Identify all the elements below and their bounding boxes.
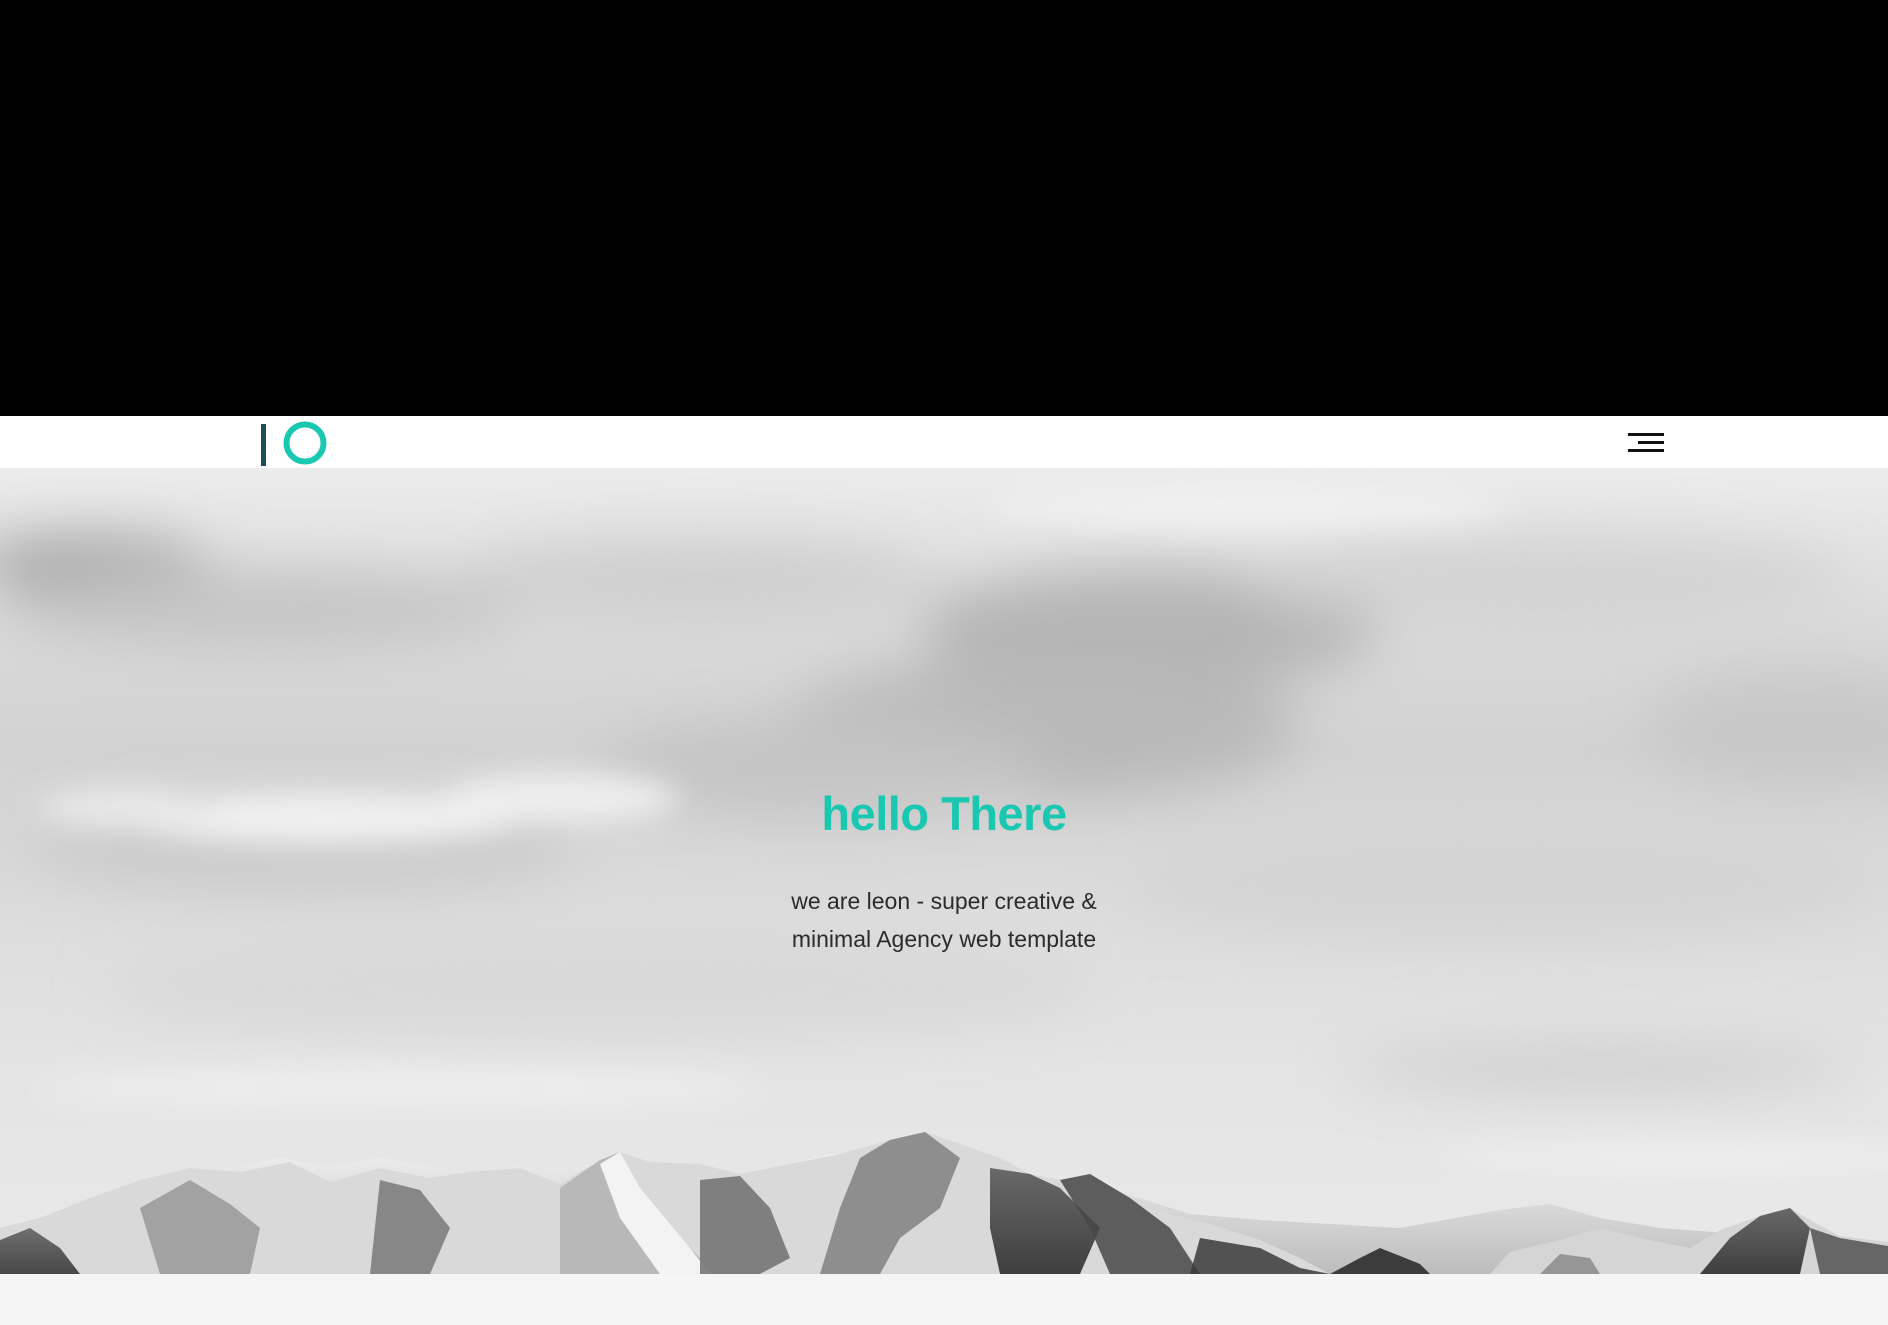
- hero-section: hello There we are leon - super creative…: [0, 468, 1888, 1274]
- hero-subtitle-line-2: minimal Agency web template: [791, 925, 1097, 952]
- hero-subtitle: we are leon - super creative & minimal A…: [764, 882, 1124, 958]
- browser-viewport: hello There we are leon - super creative…: [0, 0, 1888, 1325]
- logo-io-icon: [261, 421, 327, 466]
- next-section: [0, 1274, 1888, 1325]
- site-header: [0, 416, 1888, 468]
- hero-subtitle-line-1: we are leon - super creative &: [791, 887, 1097, 914]
- hamburger-menu-button[interactable]: [1624, 424, 1668, 460]
- hero-title: hello There: [821, 787, 1067, 840]
- hero-content: hello There we are leon - super creative…: [0, 788, 1888, 958]
- blank-area: [0, 0, 1888, 416]
- hamburger-menu-icon: [1628, 433, 1664, 452]
- site-logo[interactable]: [261, 420, 331, 466]
